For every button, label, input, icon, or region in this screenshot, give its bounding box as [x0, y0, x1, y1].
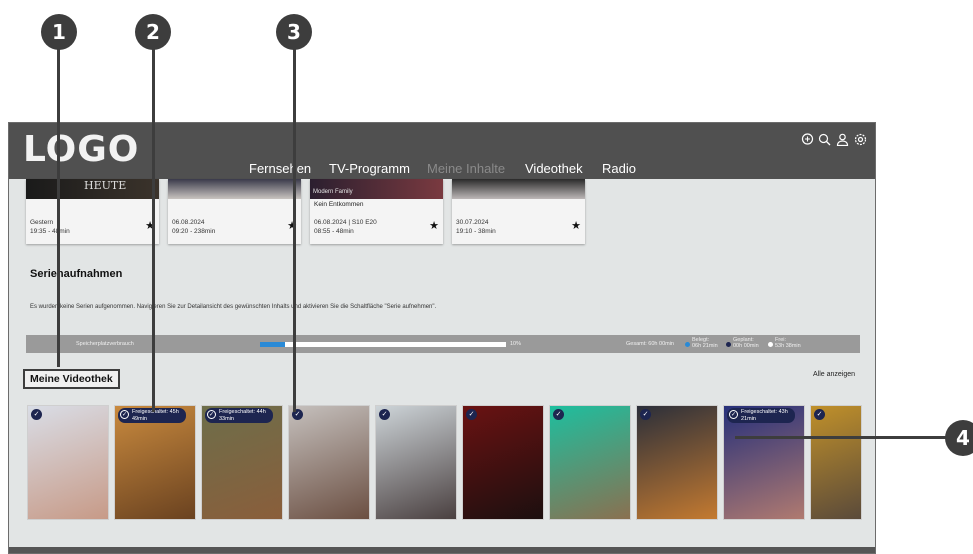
recording-time: 09:20 - 238min	[172, 228, 216, 235]
chat-plus-icon[interactable]	[800, 133, 814, 147]
poster-tile[interactable]: Freigeschaltet: 43h 21min ✓	[723, 405, 805, 520]
poster-tile[interactable]: ✓	[549, 405, 631, 520]
check-circle-icon: ✓	[31, 409, 42, 420]
recording-thumbnail: HEUTE	[26, 179, 159, 199]
check-circle-icon: ✓	[466, 409, 477, 420]
search-icon[interactable]	[817, 133, 831, 147]
show-all-link[interactable]: Alle anzeigen	[813, 371, 855, 378]
poster-tile[interactable]: ✓	[288, 405, 370, 520]
poster-tile[interactable]: Freigeschaltet: 44h 33min ✓	[201, 405, 283, 520]
check-circle-icon: ✓	[120, 410, 129, 419]
recording-date: 06.08.2024 | S10 E20	[314, 219, 377, 226]
poster-tile[interactable]: ✓	[27, 405, 109, 520]
poster-tile[interactable]: ✓	[375, 405, 457, 520]
series-heading: Serienaufnahmen	[30, 268, 123, 280]
nav-videothek[interactable]: Videothek	[525, 161, 583, 176]
user-icon[interactable]	[835, 133, 849, 147]
thumbnail-text: HEUTE	[84, 179, 127, 192]
check-circle-icon: ✓	[640, 409, 651, 420]
nav-tv-programm[interactable]: TV-Programm	[329, 161, 410, 176]
check-circle-icon: ✓	[814, 409, 825, 420]
recording-time: 08:55 - 48min	[314, 228, 354, 235]
poster-tile[interactable]: ✓	[462, 405, 544, 520]
callout-2: 2	[135, 14, 171, 50]
nav-fernsehen[interactable]: Fernsehen	[249, 161, 311, 176]
poster-tile[interactable]: ✓	[636, 405, 718, 520]
recording-date: 06.08.2024	[172, 219, 205, 226]
recording-date: Gestern	[30, 219, 54, 226]
settings-icon[interactable]	[853, 133, 867, 147]
used-legend-dot	[685, 342, 690, 347]
planned-legend-dot	[726, 342, 731, 347]
callout-line-2	[152, 49, 155, 412]
logo: LOGO	[23, 129, 140, 170]
check-circle-icon: ✓	[553, 409, 564, 420]
storage-progress-fill	[260, 342, 285, 347]
callout-1: 1	[41, 14, 77, 50]
recording-card[interactable]: 06.08.2024 09:20 - 238min ★	[168, 179, 301, 244]
callout-line-1	[57, 49, 60, 367]
recording-card[interactable]: Modern Family Kein Entkommen 06.08.2024 …	[310, 179, 443, 244]
recording-thumbnail: Modern Family	[310, 179, 443, 199]
recording-title: Kein Entkommen	[314, 201, 364, 208]
poster-tile[interactable]: Freigeschaltet: 45h 49min ✓	[114, 405, 196, 520]
storage-percent: 10%	[510, 341, 522, 347]
thumbnail-text: Modern Family	[313, 189, 353, 195]
check-circle-icon: ✓	[379, 409, 390, 420]
callout-line-4	[735, 436, 947, 439]
storage-progress-track	[260, 342, 506, 347]
app-header: LOGO Fernsehen TV-Programm Meine Inhalte…	[9, 123, 875, 179]
star-icon[interactable]: ★	[571, 219, 581, 232]
nav-radio[interactable]: Radio	[602, 161, 636, 176]
storage-label: Speicherplatzverbrauch	[76, 341, 134, 347]
recording-card[interactable]: 30.07.2024 19:10 - 38min ★	[452, 179, 585, 244]
recording-time: 19:10 - 38min	[456, 228, 496, 235]
callout-3: 3	[276, 14, 312, 50]
storage-free: Frei: 53h 38min	[775, 337, 801, 349]
series-info-text: Es wurden keine Serien aufgenommen. Navi…	[30, 304, 437, 310]
recording-thumbnail	[168, 179, 301, 199]
recording-time: 19:35 - 48min	[30, 228, 70, 235]
callout-line-3	[293, 49, 296, 412]
star-icon[interactable]: ★	[429, 219, 439, 232]
tv-screen: LOGO Fernsehen TV-Programm Meine Inhalte…	[8, 122, 876, 554]
recording-thumbnail	[452, 179, 585, 199]
recording-card[interactable]: HEUTE Gestern 19:35 - 48min ★	[26, 179, 159, 244]
nav-meine-inhalte[interactable]: Meine Inhalte	[427, 161, 505, 176]
videothek-heading: Meine Videothek	[23, 369, 120, 389]
check-circle-icon: ✓	[729, 410, 738, 419]
storage-planned: Geplant: 00h 00min	[733, 337, 759, 349]
storage-used: Belegt: 06h 21min	[692, 337, 718, 349]
storage-total: Gesamt: 60h 00min	[626, 341, 674, 347]
recording-date: 30.07.2024	[456, 219, 489, 226]
callout-4: 4	[945, 420, 973, 456]
check-circle-icon: ✓	[207, 410, 216, 419]
poster-tile[interactable]: ✓	[810, 405, 862, 520]
free-legend-dot	[768, 342, 773, 347]
bottom-bar	[9, 547, 875, 553]
